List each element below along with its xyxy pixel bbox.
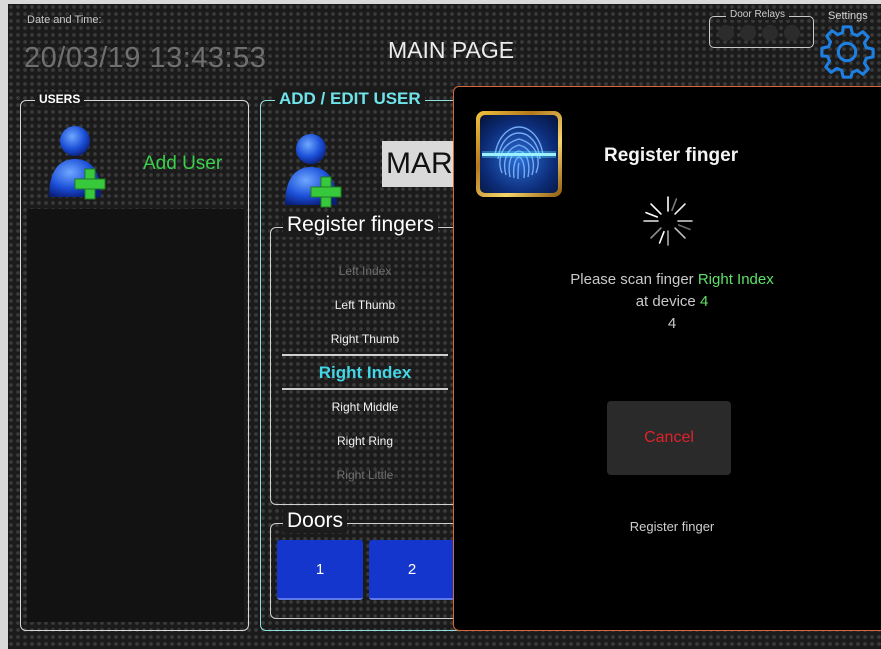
- loading-spinner-icon: [643, 196, 693, 246]
- user-list[interactable]: [27, 209, 244, 622]
- scan-prompt-finger: Right Index: [697, 271, 774, 288]
- device-line: at device 4: [454, 293, 881, 310]
- user-avatar-icon: [285, 134, 342, 208]
- register-finger-dialog: Register finger Please scan finger Right…: [453, 86, 881, 631]
- gear-icon[interactable]: [818, 23, 876, 81]
- cancel-button[interactable]: Cancel: [607, 401, 731, 475]
- finger-item[interactable]: Left Thumb: [282, 298, 448, 312]
- users-panel: USERS Add User: [20, 92, 249, 631]
- add-user-button[interactable]: Add User: [33, 119, 233, 205]
- door-button[interactable]: 1: [277, 540, 363, 600]
- main-screen: Date and Time: 20/03/19 13:43:53 MAIN PA…: [8, 4, 881, 649]
- relay-indicator: [784, 25, 800, 41]
- scan-prompt: Please scan finger Right Index: [454, 271, 881, 288]
- datetime-label: Date and Time:: [27, 14, 102, 26]
- finger-item[interactable]: Left Index: [282, 264, 448, 278]
- relay-indicator: [762, 25, 778, 41]
- door-button[interactable]: 2: [369, 540, 455, 600]
- register-fingers-title: Register fingers: [283, 213, 439, 237]
- dialog-title: Register finger: [604, 145, 739, 166]
- add-edit-user-title: ADD / EDIT USER: [275, 89, 425, 109]
- selection-divider-bottom: [282, 388, 448, 390]
- fingerprint-scan-icon: [476, 111, 562, 197]
- add-user-icon: [49, 126, 106, 200]
- datetime-value: 20/03/19 13:43:53: [24, 42, 267, 74]
- doors-title: Doors: [283, 509, 348, 533]
- register-fingers-group: Register fingers Left Index Left Thumb R…: [270, 213, 470, 505]
- door-relays-label: Door Relays: [726, 9, 790, 20]
- finger-item-selected[interactable]: Right Index: [282, 363, 448, 383]
- finger-item[interactable]: Right Middle: [282, 400, 448, 414]
- selection-divider-top: [282, 354, 448, 356]
- page-title: MAIN PAGE: [388, 37, 515, 63]
- users-title: USERS: [35, 92, 85, 106]
- scan-count: 4: [667, 315, 677, 332]
- device-prefix: at device: [635, 293, 696, 310]
- relay-indicator: [718, 25, 734, 41]
- finger-item[interactable]: Right Thumb: [282, 332, 448, 346]
- door-relays-indicator: Door Relays: [709, 9, 814, 48]
- doors-group: Doors 1 2: [270, 509, 470, 619]
- add-user-label: Add User: [143, 153, 223, 174]
- settings-label[interactable]: Settings: [828, 10, 868, 22]
- relay-dots: [718, 25, 800, 41]
- scan-prompt-prefix: Please scan finger: [570, 271, 694, 288]
- relay-indicator: [740, 25, 756, 41]
- finger-item[interactable]: Right Little: [282, 468, 448, 482]
- device-number: 4: [699, 293, 709, 310]
- finger-item[interactable]: Right Ring: [282, 434, 448, 448]
- dialog-footer-label: Register finger: [629, 519, 715, 534]
